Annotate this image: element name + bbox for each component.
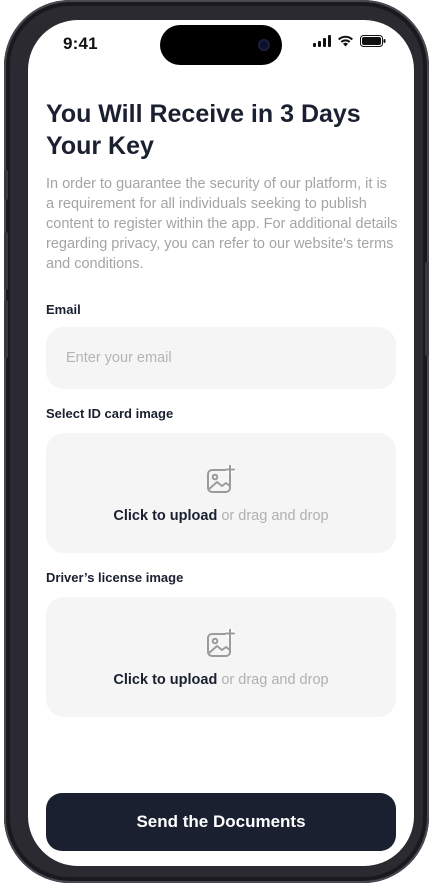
status-time: 9:41 (63, 34, 98, 53)
upload-action-link[interactable]: Click to upload (113, 508, 217, 524)
id-card-upload-dropzone[interactable]: Click to upload or drag and drop (46, 433, 396, 553)
upload-action-link[interactable]: Click to upload (113, 672, 217, 688)
page-title: You Will Receive in 3 Days Your Key (46, 100, 361, 160)
camera-icon (258, 39, 270, 51)
license-upload-text: Click to upload or drag and drop (46, 672, 396, 688)
page-description: In order to guarantee the security of ou… (46, 176, 398, 272)
id-card-upload-text: Click to upload or drag and drop (46, 508, 396, 524)
volume-up-button (4, 232, 8, 290)
wifi-icon (338, 35, 353, 47)
status-icons (313, 35, 386, 47)
license-upload-dropzone[interactable]: Click to upload or drag and drop (46, 597, 396, 717)
dynamic-island (160, 25, 282, 65)
power-button (425, 262, 429, 356)
signal-icon (313, 35, 331, 47)
screen: 9:41 You Will Receive in 3 Days Your Key… (28, 20, 414, 866)
upload-hint: or drag and drop (221, 672, 329, 688)
email-label: Email (46, 302, 81, 317)
license-label: Driver’s license image (46, 570, 184, 585)
image-add-icon (207, 629, 235, 657)
send-documents-button[interactable]: Send the Documents (46, 793, 396, 851)
battery-icon (360, 35, 386, 47)
image-add-icon (207, 465, 235, 493)
id-card-label: Select ID card image (46, 406, 174, 421)
email-field[interactable] (46, 327, 396, 389)
action-button (4, 170, 8, 200)
phone-frame: 9:41 You Will Receive in 3 Days Your Key… (4, 0, 429, 883)
upload-hint: or drag and drop (221, 508, 329, 524)
volume-down-button (4, 300, 8, 358)
